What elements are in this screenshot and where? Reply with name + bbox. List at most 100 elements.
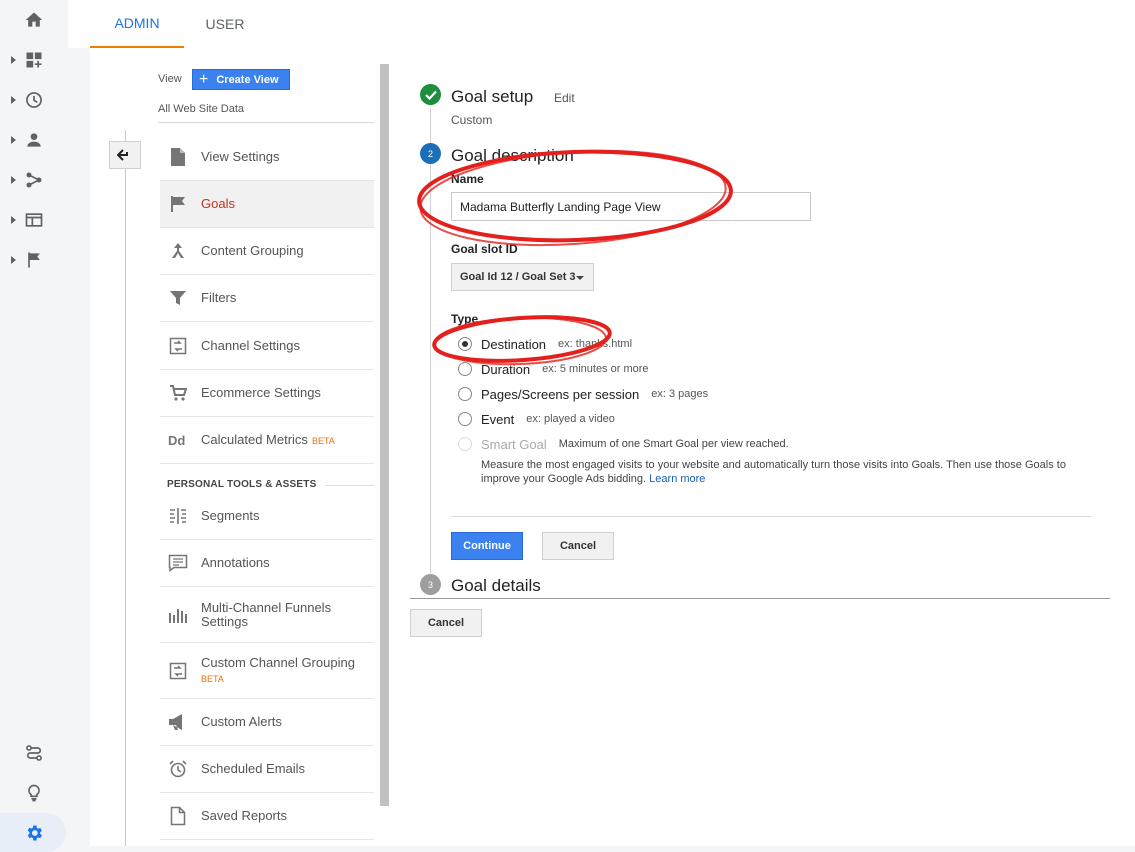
- beta-badge: BETA: [201, 673, 224, 684]
- name-label: Name: [451, 172, 484, 186]
- continue-button[interactable]: Continue: [451, 532, 523, 560]
- goal-name-input[interactable]: [451, 192, 811, 221]
- goal-slot-select[interactable]: Goal Id 12 / Goal Set 3: [451, 263, 594, 291]
- nav-ecommerce-settings[interactable]: Ecommerce Settings: [160, 370, 374, 417]
- nav-label: Custom Channel Grouping BETA: [201, 654, 355, 686]
- radio-button[interactable]: [458, 412, 472, 426]
- section-heading: PERSONAL TOOLS & ASSETS: [167, 479, 317, 490]
- view-divider: [158, 122, 374, 123]
- type-option-example: ex: 3 pages: [651, 388, 709, 400]
- nav-label: Segments: [201, 508, 260, 523]
- discover-icon[interactable]: [0, 775, 68, 811]
- type-option-example: ex: thanks.html: [558, 338, 633, 350]
- step-connector-line: [430, 108, 431, 580]
- admin-icon[interactable]: [0, 815, 68, 851]
- nav-channel-settings[interactable]: Channel Settings: [160, 322, 374, 370]
- type-option-label: Smart Goal: [481, 436, 547, 452]
- funnels-icon: [168, 605, 188, 625]
- radio-button[interactable]: [458, 362, 472, 376]
- alarm-clock-icon: [168, 759, 188, 779]
- home-icon[interactable]: [0, 2, 68, 38]
- nav-label: Filters: [201, 290, 237, 305]
- learn-more-link[interactable]: Learn more: [649, 473, 705, 485]
- tab-admin[interactable]: ADMIN: [90, 0, 184, 48]
- nav-label: Scheduled Emails: [201, 761, 306, 776]
- audience-icon[interactable]: [0, 122, 68, 158]
- goal-setup-edit-link[interactable]: Edit: [554, 91, 575, 105]
- tab-user[interactable]: USER: [192, 0, 258, 48]
- type-option-label: Duration: [481, 361, 531, 377]
- cancel-step-button[interactable]: Cancel: [542, 532, 614, 560]
- nav-custom-alerts[interactable]: Custom Alerts: [160, 699, 374, 746]
- nav-multi-channel-funnels[interactable]: Multi-Channel Funnels Settings: [160, 587, 374, 643]
- type-option-pages-screens[interactable]: Pages/Screens per session ex: 3 pages: [458, 385, 708, 403]
- cancel-button[interactable]: Cancel: [410, 609, 482, 637]
- plus-icon: +: [199, 70, 209, 88]
- nav-calculated-metrics[interactable]: Dd Calculated Metrics BETA: [160, 417, 374, 464]
- grouping-icon: [168, 241, 188, 261]
- nav-segments[interactable]: Segments: [160, 493, 374, 540]
- nav-filters[interactable]: Filters: [160, 275, 374, 322]
- details-divider: [410, 598, 1110, 599]
- type-option-label: Event: [481, 411, 515, 427]
- smart-goal-text: Measure the most engaged visits to your …: [481, 459, 1066, 485]
- type-option-duration[interactable]: Duration ex: 5 minutes or more: [458, 360, 649, 378]
- nav-label: Calculated Metrics BETA: [201, 432, 335, 448]
- nav-label: Ecommerce Settings: [201, 385, 321, 400]
- nav-connector-line: [125, 130, 126, 846]
- type-option-event[interactable]: Event ex: played a video: [458, 410, 615, 428]
- filter-icon: [168, 288, 188, 308]
- nav-content-grouping[interactable]: Content Grouping: [160, 228, 374, 275]
- nav-custom-channel-grouping[interactable]: Custom Channel Grouping BETA: [160, 643, 374, 699]
- nav-label: Custom Alerts: [201, 714, 282, 729]
- nav-goals[interactable]: Goals: [160, 181, 374, 228]
- content-gutter: [68, 48, 90, 846]
- step-done-badge: [420, 84, 441, 105]
- type-label: Type: [451, 312, 479, 326]
- conversions-icon[interactable]: [0, 242, 68, 278]
- behavior-icon[interactable]: [0, 202, 68, 238]
- type-option-example: ex: 5 minutes or more: [542, 363, 649, 375]
- check-icon: [424, 90, 437, 100]
- back-button[interactable]: [109, 141, 141, 169]
- view-label: View: [158, 73, 182, 85]
- customization-icon[interactable]: [0, 42, 68, 78]
- attribution-icon[interactable]: [0, 735, 68, 771]
- type-option-destination[interactable]: Destination ex: thanks.html: [458, 335, 632, 353]
- radio-button[interactable]: [458, 387, 472, 401]
- radio-button[interactable]: [458, 337, 472, 351]
- step-number-badge: 3: [420, 574, 441, 595]
- type-option-smart-goal: Smart Goal Maximum of one Smart Goal per…: [458, 435, 789, 453]
- nav-label: Goals: [201, 196, 235, 211]
- view-name: All Web Site Data: [158, 103, 245, 115]
- nav-annotations[interactable]: Annotations: [160, 540, 374, 587]
- annotations-icon: [168, 553, 188, 573]
- create-view-button[interactable]: + Create View: [192, 69, 290, 90]
- section-divider: [325, 485, 374, 486]
- nav-scheduled-emails[interactable]: Scheduled Emails: [160, 746, 374, 793]
- acquisition-icon[interactable]: [0, 162, 68, 198]
- back-arrow-icon: [117, 149, 128, 161]
- megaphone-icon: [168, 712, 188, 732]
- left-rail: [0, 0, 68, 852]
- type-option-example: ex: played a video: [526, 413, 615, 425]
- nav-saved-reports[interactable]: Saved Reports: [160, 793, 374, 840]
- type-option-label: Pages/Screens per session: [481, 386, 640, 402]
- nav-scrollbar[interactable]: [380, 64, 389, 806]
- cart-icon: [168, 383, 188, 403]
- custom-channel-icon: [168, 661, 188, 681]
- nav-label: Annotations: [201, 555, 270, 570]
- flag-icon: [168, 194, 188, 214]
- nav-view-settings[interactable]: View Settings: [160, 134, 374, 181]
- nav-label: Saved Reports: [201, 808, 287, 823]
- dropdown-arrow-icon: [576, 276, 584, 280]
- channel-icon: [168, 336, 188, 356]
- create-view-label: Create View: [216, 73, 279, 86]
- nav-label-text: Custom Channel Grouping: [201, 654, 355, 670]
- svg-text:Dd: Dd: [168, 433, 185, 447]
- realtime-icon[interactable]: [0, 82, 68, 118]
- beta-badge: BETA: [311, 435, 335, 446]
- nav-label: Multi-Channel Funnels Settings: [201, 599, 332, 629]
- document-icon: [168, 147, 188, 167]
- panel-divider: [451, 516, 1091, 517]
